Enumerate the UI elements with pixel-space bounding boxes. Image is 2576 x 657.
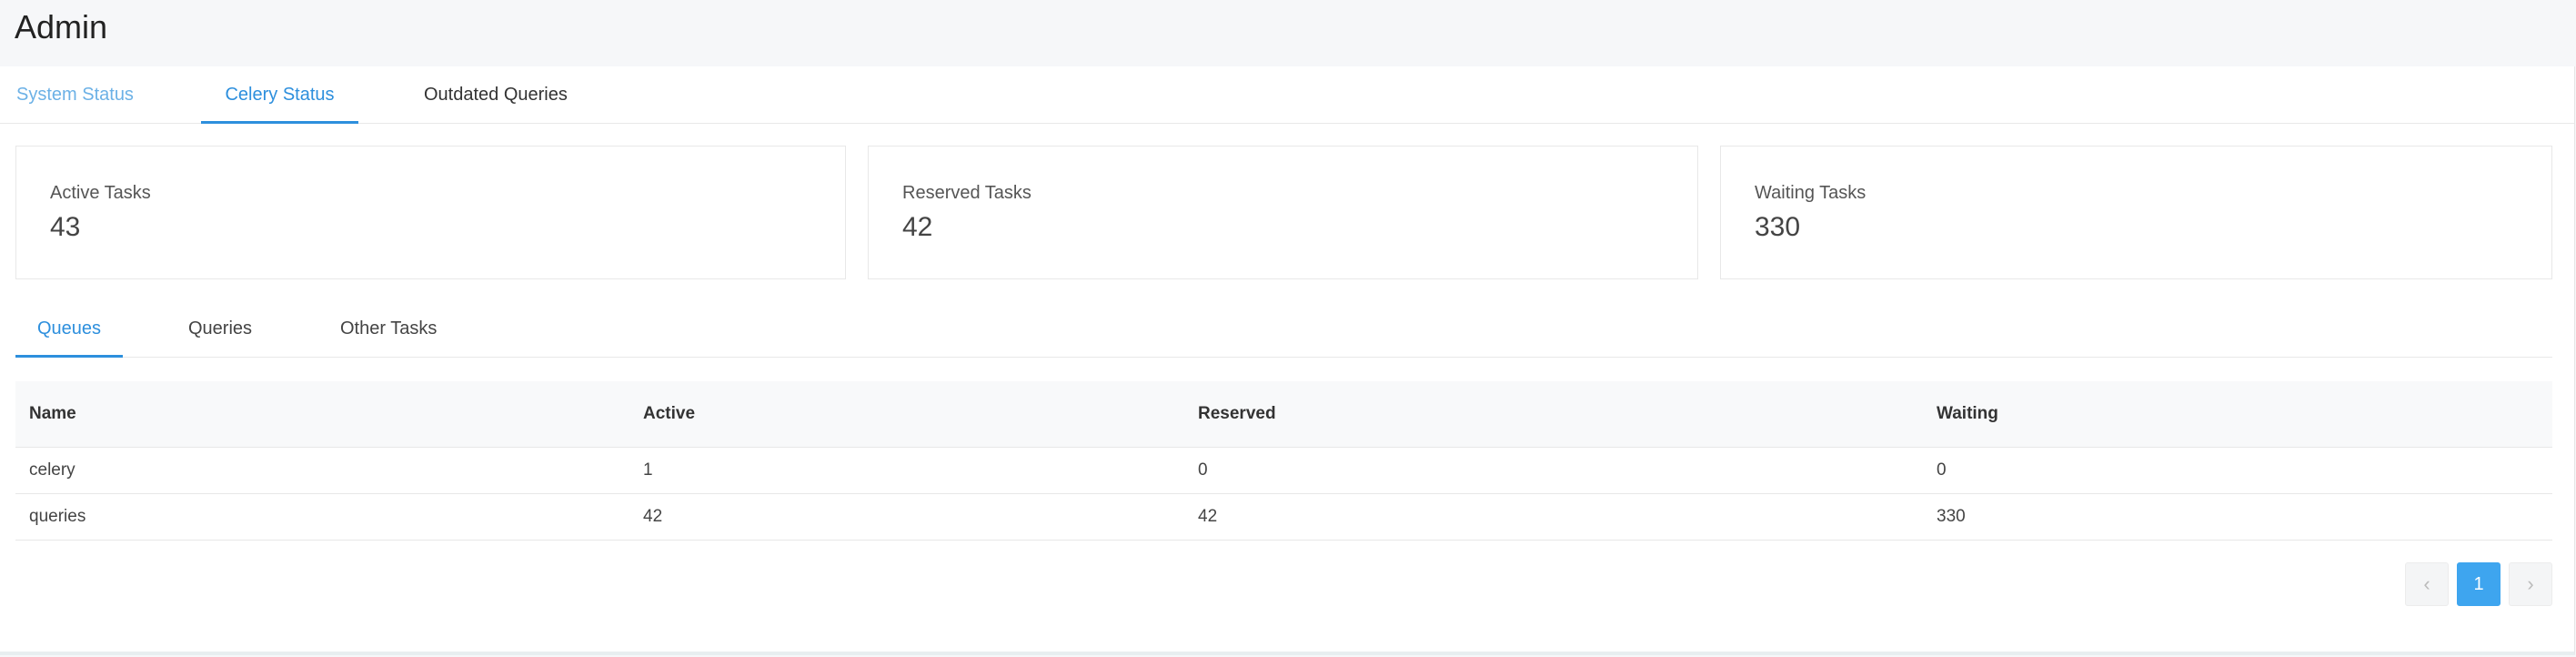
active-tasks-card: Active Tasks 43 [15, 146, 846, 279]
table-row: queries 42 42 330 [15, 493, 2552, 541]
tab-queries[interactable]: Queries [188, 300, 252, 357]
column-header-reserved[interactable]: Reserved [1184, 381, 1923, 448]
waiting-tasks-card: Waiting Tasks 330 [1720, 146, 2552, 279]
chevron-right-icon: › [2527, 572, 2534, 595]
tab-system-status[interactable]: System Status [16, 66, 134, 123]
queue-active-cell: 1 [629, 447, 1184, 494]
previous-page-button[interactable]: ‹ [2405, 562, 2449, 606]
chevron-left-icon: ‹ [2423, 572, 2430, 595]
queue-name-cell: celery [15, 447, 629, 494]
celery-status-panel: System Status Celery Status Outdated Que… [0, 66, 2575, 655]
column-header-name[interactable]: Name [15, 381, 629, 448]
queue-name-cell: queries [15, 493, 629, 541]
reserved-tasks-card: Reserved Tasks 42 [868, 146, 1698, 279]
table-header-row: Name Active Reserved Waiting [15, 381, 2552, 448]
page-1-button[interactable]: 1 [2457, 562, 2501, 606]
queue-waiting-cell: 330 [1923, 493, 2552, 541]
tab-celery-status[interactable]: Celery Status [201, 66, 358, 124]
waiting-tasks-value: 330 [1755, 212, 1801, 242]
page-title: Admin [15, 8, 108, 45]
queues-table: Name Active Reserved Waiting celery 1 0 … [15, 381, 2552, 541]
column-header-active[interactable]: Active [629, 381, 1184, 448]
queue-reserved-cell: 0 [1184, 447, 1923, 494]
queue-waiting-cell: 0 [1923, 447, 2552, 494]
column-header-waiting[interactable]: Waiting [1923, 381, 2552, 448]
tab-queues[interactable]: Queues [15, 300, 123, 358]
celery-sub-tabs: Queues Queries Other Tasks [15, 300, 2552, 358]
queue-reserved-cell: 42 [1184, 493, 1923, 541]
tab-other-tasks[interactable]: Other Tasks [340, 300, 437, 357]
active-tasks-label: Active Tasks [50, 183, 151, 203]
reserved-tasks-value: 42 [902, 212, 933, 242]
tab-outdated-queries[interactable]: Outdated Queries [424, 66, 568, 123]
table-row: celery 1 0 0 [15, 447, 2552, 494]
next-page-button[interactable]: › [2509, 562, 2552, 606]
reserved-tasks-label: Reserved Tasks [902, 183, 1031, 203]
queue-active-cell: 42 [629, 493, 1184, 541]
waiting-tasks-label: Waiting Tasks [1755, 183, 1867, 203]
admin-tabs: System Status Celery Status Outdated Que… [0, 66, 2574, 124]
active-tasks-value: 43 [50, 212, 81, 242]
